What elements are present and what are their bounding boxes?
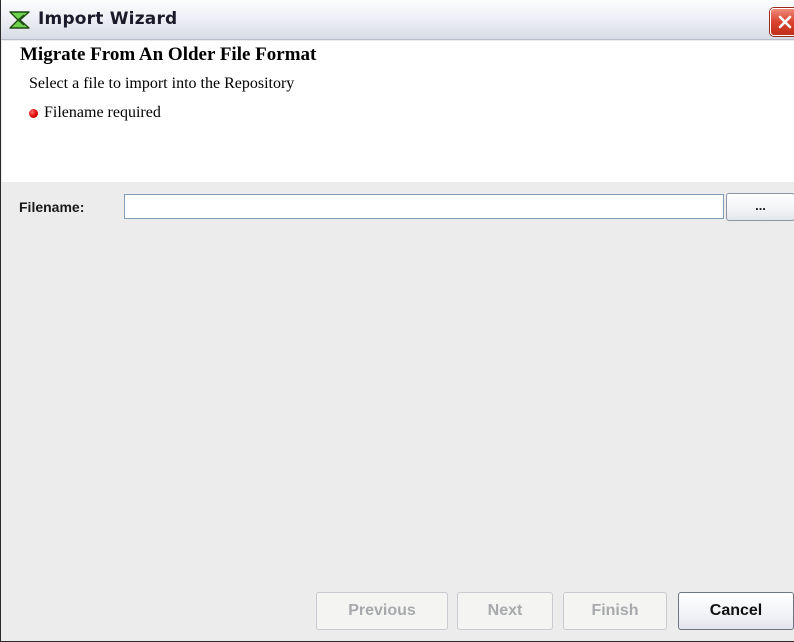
page-title: Migrate From An Older File Format xyxy=(20,44,317,65)
finish-button[interactable]: Finish xyxy=(563,592,667,630)
browse-button[interactable]: ... xyxy=(726,193,794,221)
filename-label: Filename: xyxy=(19,199,85,215)
filename-input[interactable] xyxy=(124,194,724,219)
red-dot-error-icon xyxy=(29,108,38,118)
validation-message: Filename required xyxy=(29,104,161,122)
page-description: Select a file to import into the Reposit… xyxy=(29,75,295,92)
title-bar[interactable]: Import Wizard xyxy=(1,0,794,40)
wizard-app-icon xyxy=(8,9,32,31)
validation-message-text: Filename required xyxy=(44,104,161,121)
close-button[interactable] xyxy=(770,8,794,36)
import-wizard-window: Import Wizard Migrate From An Older File… xyxy=(0,0,794,642)
close-icon xyxy=(778,15,792,29)
window-title: Import Wizard xyxy=(38,9,178,29)
previous-button[interactable]: Previous xyxy=(316,592,448,630)
next-button[interactable]: Next xyxy=(457,592,553,630)
cancel-button[interactable]: Cancel xyxy=(678,592,794,630)
